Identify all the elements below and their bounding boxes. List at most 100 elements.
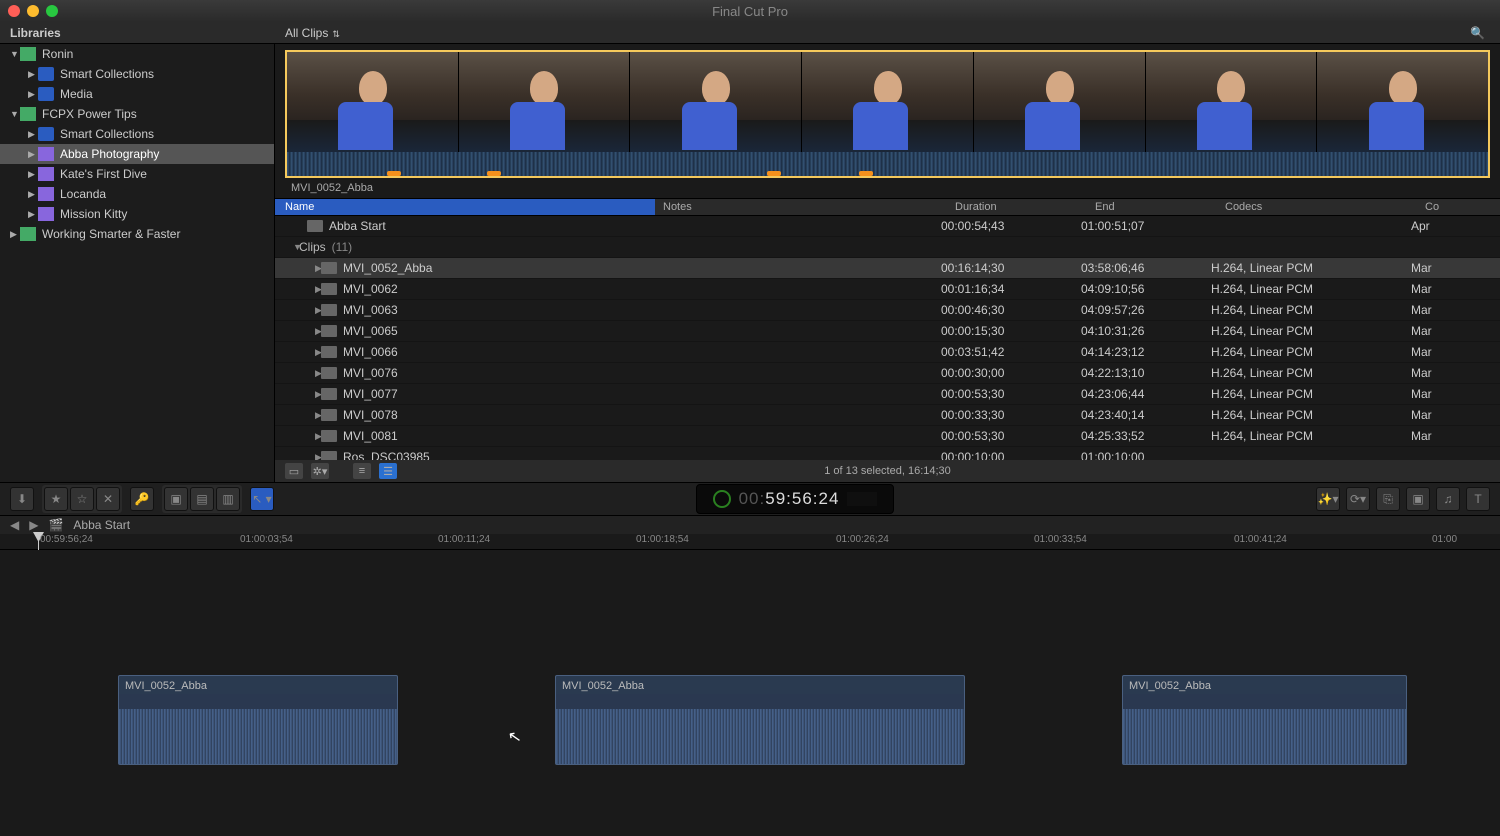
sidebar-item[interactable]: ▶Smart Collections [0, 64, 274, 84]
marker-icon[interactable] [859, 171, 873, 176]
disclosure-triangle-icon[interactable]: ▶ [275, 410, 315, 421]
row-end: 03:58:06;46 [1081, 261, 1211, 275]
column-co[interactable]: Co [1425, 201, 1500, 213]
photos-button[interactable]: ▣ [1406, 487, 1430, 511]
star-icon [38, 207, 54, 221]
row-end: 01:00:10;00 [1081, 450, 1211, 460]
column-notes[interactable]: Notes [655, 201, 955, 213]
disclosure-triangle-icon[interactable]: ▼ [10, 109, 20, 119]
browser-row[interactable]: ▶Ros_DSC0398500:00:10;0001:00:10;00 [275, 447, 1500, 460]
list-view-button[interactable]: ☰ [379, 463, 397, 479]
clip-icon [321, 262, 337, 274]
row-co: Mar [1411, 429, 1500, 443]
browser-row[interactable]: ▶MVI_007800:00:33;3004:23:40;14H.264, Li… [275, 405, 1500, 426]
sidebar-item[interactable]: ▶Smart Collections [0, 124, 274, 144]
retime-popup[interactable]: ⟳▾ [1346, 487, 1370, 511]
column-duration[interactable]: Duration [955, 201, 1095, 213]
disclosure-triangle-icon[interactable]: ▶ [28, 189, 38, 200]
timeline-back-button[interactable]: ◀ [10, 518, 19, 532]
filmstrip-view-button[interactable]: ≡ [353, 463, 371, 479]
timeline-body[interactable]: ↖ MVI_0052_AbbaMVI_0052_AbbaMVI_0052_Abb… [0, 550, 1500, 820]
browser-row[interactable]: ▶MVI_006600:03:51;4204:14:23;12H.264, Li… [275, 342, 1500, 363]
browser-row[interactable]: ▶MVI_006200:01:16;3404:09:10;56H.264, Li… [275, 279, 1500, 300]
timeline-clip[interactable]: MVI_0052_Abba [1122, 675, 1407, 765]
browser-row[interactable]: Abba Start00:00:54;4301:00:51;07Apr [275, 216, 1500, 237]
enhance-popup[interactable]: ✨▾ [1316, 487, 1340, 511]
disclosure-triangle-icon[interactable]: ▶ [275, 347, 315, 358]
sidebar-item[interactable]: ▶Mission Kitty [0, 204, 274, 224]
marker-icon[interactable] [767, 171, 781, 176]
minimize-window-button[interactable] [27, 5, 39, 17]
disclosure-triangle-icon[interactable]: ▶ [28, 89, 38, 100]
timeline-clip[interactable]: MVI_0052_Abba [555, 675, 965, 765]
sidebar-item[interactable]: ▶ Abba Photography [0, 144, 274, 164]
music-button[interactable]: ♫ [1436, 487, 1460, 511]
disclosure-triangle-icon[interactable]: ▼ [10, 49, 20, 59]
allclips-popup[interactable]: All Clips⇅ [275, 26, 1400, 40]
sidebar-item-label: Abba Photography [60, 147, 159, 161]
disclosure-triangle-icon[interactable]: ▶ [275, 305, 315, 316]
marker-icon[interactable] [487, 171, 501, 176]
ruler-tick: 00:59:56;24 [40, 534, 93, 545]
disclosure-triangle-icon[interactable]: ▶ [275, 452, 315, 461]
browser-row[interactable]: ▶MVI_006300:00:46;3004:09:57;26H.264, Li… [275, 300, 1500, 321]
marker-icon[interactable] [387, 171, 401, 176]
titles-button[interactable]: T [1466, 487, 1490, 511]
column-end[interactable]: End [1095, 201, 1225, 213]
sidebar-item[interactable]: ▶Locanda [0, 184, 274, 204]
disclosure-triangle-icon[interactable]: ▶ [275, 284, 315, 295]
timeline-clip-label: MVI_0052_Abba [1129, 680, 1211, 692]
clip-filmstrip[interactable] [285, 50, 1490, 178]
row-name: Abba Start [329, 219, 641, 233]
share-button[interactable]: ⎘ [1376, 487, 1400, 511]
disclosure-triangle-icon[interactable]: ▼ [275, 242, 293, 252]
fold-icon [38, 87, 54, 101]
disclosure-triangle-icon[interactable]: ▶ [275, 326, 315, 337]
ruler-tick: 01:00:33;54 [1034, 534, 1087, 545]
disclosure-triangle-icon[interactable]: ▶ [275, 431, 315, 442]
fullscreen-window-button[interactable] [46, 5, 58, 17]
search-icon[interactable]: 🔍 [1400, 26, 1500, 40]
disclosure-triangle-icon[interactable]: ▶ [28, 209, 38, 220]
disclosure-triangle-icon[interactable]: ▶ [28, 129, 38, 140]
column-name[interactable]: Name [275, 199, 655, 215]
browser-row[interactable]: ▶MVI_006500:00:15;3004:10:31;26H.264, Li… [275, 321, 1500, 342]
insert-clip-button[interactable]: ▤ [190, 487, 214, 511]
close-window-button[interactable] [8, 5, 20, 17]
unrate-button[interactable]: ☆ [70, 487, 94, 511]
filter-button[interactable]: ▭ [285, 463, 303, 479]
disclosure-triangle-icon[interactable]: ▶ [275, 389, 315, 400]
sidebar-item[interactable]: ▼Ronin [0, 44, 274, 64]
sidebar-item[interactable]: ▶Working Smarter & Faster [0, 224, 274, 244]
browser-column-header[interactable]: Name Notes Duration End Codecs Co [275, 198, 1500, 216]
disclosure-triangle-icon[interactable]: ▶ [28, 149, 38, 160]
browser-row[interactable]: ▶MVI_008100:00:53;3004:25:33;52H.264, Li… [275, 426, 1500, 447]
sidebar-item[interactable]: ▶Kate's First Dive [0, 164, 274, 184]
browser-row[interactable]: ▶MVI_007600:00:30;0004:22:13;10H.264, Li… [275, 363, 1500, 384]
column-codecs[interactable]: Codecs [1225, 201, 1425, 213]
disclosure-triangle-icon[interactable]: ▶ [275, 263, 315, 274]
favorite-button[interactable]: ★ [44, 487, 68, 511]
connect-clip-button[interactable]: ▣ [164, 487, 188, 511]
select-tool-button[interactable]: ↖ ▾ [250, 487, 274, 511]
disclosure-triangle-icon[interactable]: ▶ [28, 69, 38, 80]
clips-group-row[interactable]: ▼Clips(11) [275, 237, 1500, 258]
row-co: Mar [1411, 282, 1500, 296]
sidebar-item[interactable]: ▶Media [0, 84, 274, 104]
audio-waveform [287, 152, 1488, 176]
disclosure-triangle-icon[interactable]: ▶ [10, 229, 20, 240]
timeline-clip[interactable]: MVI_0052_Abba [118, 675, 398, 765]
sidebar-item[interactable]: ▼FCPX Power Tips [0, 104, 274, 124]
append-clip-button[interactable]: ▥ [216, 487, 240, 511]
timeline-ruler[interactable]: 00:59:56;2401:00:03;5401:00:11;2401:00:1… [0, 534, 1500, 550]
browser-row[interactable]: ▶MVI_0052_Abba00:16:14;3003:58:06;46H.26… [275, 258, 1500, 279]
import-button[interactable]: ⬇ [10, 487, 34, 511]
timecode-display[interactable]: 00:59:56:24 [696, 484, 895, 514]
gear-icon[interactable]: ✲▾ [311, 463, 329, 479]
browser-row[interactable]: ▶MVI_007700:00:53;3004:23:06;44H.264, Li… [275, 384, 1500, 405]
reject-button[interactable]: ✕ [96, 487, 120, 511]
keyword-button[interactable]: 🔑 [130, 487, 154, 511]
disclosure-triangle-icon[interactable]: ▶ [28, 169, 38, 180]
timeline-fwd-button[interactable]: ▶ [29, 518, 38, 532]
disclosure-triangle-icon[interactable]: ▶ [275, 368, 315, 379]
